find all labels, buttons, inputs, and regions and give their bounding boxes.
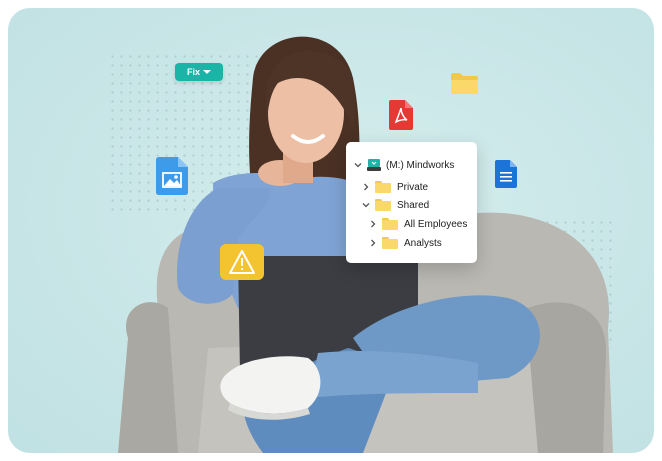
tree-item-private[interactable]: Private bbox=[361, 179, 428, 195]
chevron-right-icon[interactable] bbox=[368, 238, 378, 248]
folder-icon bbox=[382, 237, 398, 249]
folder-icon bbox=[451, 73, 478, 94]
image-file-icon bbox=[156, 157, 188, 195]
tree-item-analysts[interactable]: Analysts bbox=[368, 235, 442, 251]
tree-item-shared[interactable]: Shared bbox=[361, 197, 429, 213]
document-file-icon bbox=[495, 160, 517, 188]
armchair-seat bbox=[118, 302, 178, 453]
folder-icon bbox=[375, 199, 391, 211]
tree-item-label: Private bbox=[397, 181, 429, 193]
chevron-down-icon[interactable] bbox=[361, 200, 371, 210]
fix-button[interactable]: Fix bbox=[175, 63, 223, 81]
tree-item-all-employees[interactable]: All Employees bbox=[368, 216, 467, 232]
fix-button-label: Fix bbox=[186, 67, 200, 77]
folder-icon bbox=[375, 181, 391, 193]
file-tree-panel: (M:) Mindworks Private Shared All Employ… bbox=[346, 142, 477, 263]
hero-card bbox=[8, 8, 654, 453]
drive-icon bbox=[367, 159, 381, 171]
chevron-down-icon[interactable] bbox=[353, 160, 363, 170]
tree-drive-label: (M:) Mindworks bbox=[386, 159, 455, 171]
chevron-right-icon[interactable] bbox=[368, 219, 378, 229]
person-illustration bbox=[118, 36, 613, 453]
tree-item-label: All Employees bbox=[404, 218, 468, 230]
chevron-right-icon[interactable] bbox=[361, 182, 371, 192]
warning-icon bbox=[220, 244, 264, 280]
folder-icon bbox=[382, 218, 398, 230]
tree-item-label: Analysts bbox=[404, 237, 442, 249]
caret-down-icon bbox=[203, 70, 211, 74]
pdf-file-icon bbox=[389, 100, 413, 130]
tree-item-label: Shared bbox=[397, 199, 430, 211]
tree-drive-row[interactable]: (M:) Mindworks bbox=[353, 157, 454, 173]
